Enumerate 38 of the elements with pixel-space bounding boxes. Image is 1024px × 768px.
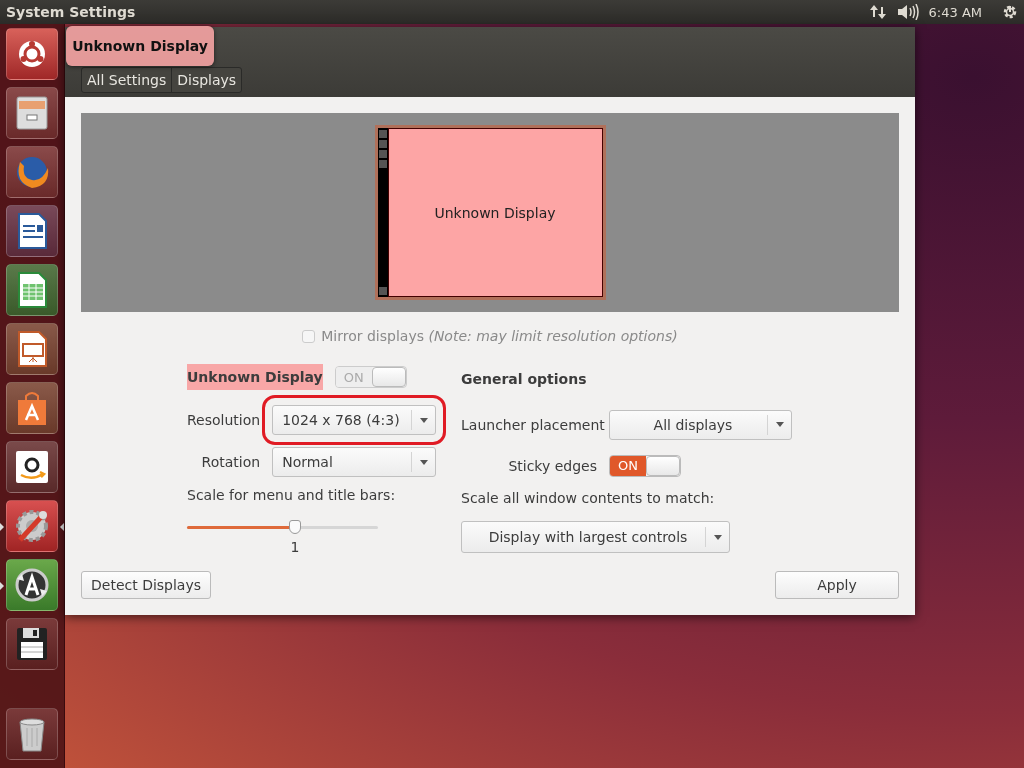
app-title: System Settings	[6, 4, 136, 20]
section-heading: General options	[461, 369, 588, 389]
caret-icon	[419, 417, 428, 423]
detect-displays-button[interactable]: Detect Displays	[81, 571, 212, 599]
launcher-item[interactable]	[6, 28, 58, 80]
resolution-label: Resolution	[187, 412, 262, 428]
clock[interactable]: 6:43 AM	[928, 4, 982, 20]
launcher-item[interactable]	[6, 382, 58, 434]
launcher-item[interactable]	[6, 205, 58, 257]
caret-icon	[775, 422, 784, 428]
mirror-label: Mirror displays (Note: may limit resolution options)	[321, 328, 678, 344]
launcher-item[interactable]	[6, 441, 58, 493]
scale-contents-label: Scale all window contents to match:	[461, 490, 716, 507]
dropdown[interactable]: All displays	[609, 409, 792, 440]
network-icon[interactable]	[868, 4, 887, 20]
scale-slider[interactable]	[187, 521, 378, 535]
scale-label: Scale for menu and title bars:	[187, 487, 396, 503]
launcher-placement-label: Launcher placement	[461, 416, 606, 433]
breadcrumb-button[interactable]: All Settings	[82, 68, 173, 92]
apply-button[interactable]: Apply	[775, 571, 899, 599]
launcher-item[interactable]	[6, 708, 58, 760]
scale-value: 1	[290, 539, 300, 555]
rotation-label: Rotation	[201, 454, 261, 470]
toggle-switch[interactable]: ON	[609, 455, 681, 477]
launcher-item[interactable]	[6, 87, 58, 139]
sticky-edges-label: Sticky edges	[508, 458, 597, 474]
dropdown[interactable]: Display with largest controls	[461, 521, 730, 554]
caret-icon	[713, 534, 722, 540]
dropdown[interactable]: Normal	[272, 447, 437, 477]
breadcrumb-button[interactable]: Displays	[172, 68, 242, 92]
power-gear-icon[interactable]	[1002, 4, 1018, 20]
volume-icon[interactable]	[896, 4, 919, 20]
launcher-item[interactable]	[6, 264, 58, 316]
launcher-item[interactable]	[6, 323, 58, 375]
caret-icon	[419, 459, 428, 465]
launcher-item[interactable]	[6, 618, 58, 670]
display-name-overlay: Unknown Display	[66, 26, 214, 66]
display-name: Unknown Display	[187, 364, 323, 390]
